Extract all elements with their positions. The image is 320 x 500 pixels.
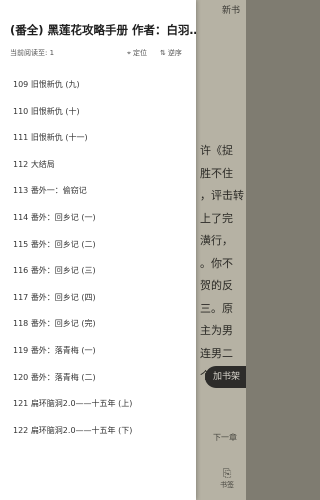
sort-icon: ⇅ <box>160 49 166 57</box>
reader-line: 连男二 <box>200 346 233 360</box>
bookmark-icon: ⎘ <box>222 467 232 480</box>
reverse-order-button[interactable]: ⇅ 逆序 <box>160 48 182 58</box>
current-value: 1 <box>49 49 55 57</box>
add-to-shelf-button[interactable]: 加书架 <box>205 366 246 388</box>
chapter-item[interactable]: 119 番外：落青梅 (一) <box>0 338 196 365</box>
chapter-item[interactable]: 109 旧恨新仇 (九) <box>0 72 196 99</box>
chapter-drawer: (番全) 黑莲花攻略手册 作者：白羽… 当前阅读至: 1 ⌖ 定位 ⇅ 逆序 109… <box>0 0 196 500</box>
chapter-list: 109 旧恨新仇 (九) 110 旧恨新仇 (十) 111 旧恨新仇 (十一) … <box>0 72 196 444</box>
chapter-item[interactable]: 118 番外：回乡记 (完) <box>0 311 196 338</box>
chapter-item[interactable]: 113 番外一：偷窃记 <box>0 178 196 205</box>
reader-line: 潢行， <box>200 234 233 247</box>
bookmark-label: 书签 <box>220 481 234 489</box>
chapter-item[interactable]: 121 扁环脑洞2.0——十五年 (上) <box>0 391 196 418</box>
book-title: (番全) 黑莲花攻略手册 作者：白羽… <box>10 23 196 37</box>
chapter-item[interactable]: 120 番外：落青梅 (二) <box>0 365 196 392</box>
chapter-item[interactable]: 116 番外：回乡记 (三) <box>0 258 196 285</box>
chapter-item[interactable]: 117 番外：回乡记 (四) <box>0 285 196 312</box>
chapter-item[interactable]: 112 大结局 <box>0 152 196 179</box>
chapter-item[interactable]: 110 旧恨新仇 (十) <box>0 99 196 126</box>
current-label: 当前阅读至: <box>10 49 50 57</box>
chapter-item[interactable]: 122 扁环脑洞2.0——十五年 (下) <box>0 418 196 445</box>
target-icon: ⌖ <box>127 49 131 57</box>
locate-label: 定位 <box>132 49 147 57</box>
reader-line: 胜不住 <box>200 166 233 180</box>
reader-line: 上了完 <box>200 211 233 225</box>
reader-line: 许《捉 <box>200 144 233 157</box>
chapter-item[interactable]: 115 番外：回乡记 (二) <box>0 232 196 259</box>
bookmark-button[interactable]: ⎘ 书签 <box>212 468 242 490</box>
locate-button[interactable]: ⌖ 定位 <box>127 48 147 58</box>
reader-line: 主为男 <box>200 324 233 337</box>
reader-line: 贺的反 <box>200 279 233 292</box>
chapter-meta-bar: 当前阅读至: 1 ⌖ 定位 ⇅ 逆序 <box>10 48 188 60</box>
reader-body-text: 许《捉 胜不住 ，评击转 上了完 潢行， 。你不 贺的反 三。原 主为男 连男二… <box>200 140 246 388</box>
chapter-item[interactable]: 111 旧恨新仇 (十一) <box>0 125 196 152</box>
reader-line: 。你不 <box>200 256 233 270</box>
reader-line: ，评击转 <box>200 189 244 202</box>
reader-line: 三。原 <box>200 301 233 315</box>
current-progress: 当前阅读至: 1 <box>10 48 54 58</box>
reader-top-text: 新书 <box>221 6 240 16</box>
chapter-item[interactable]: 114 番外：回乡记 (一) <box>0 205 196 232</box>
next-chapter-button[interactable]: 下一章 <box>213 432 237 443</box>
order-label: 逆序 <box>167 49 182 57</box>
